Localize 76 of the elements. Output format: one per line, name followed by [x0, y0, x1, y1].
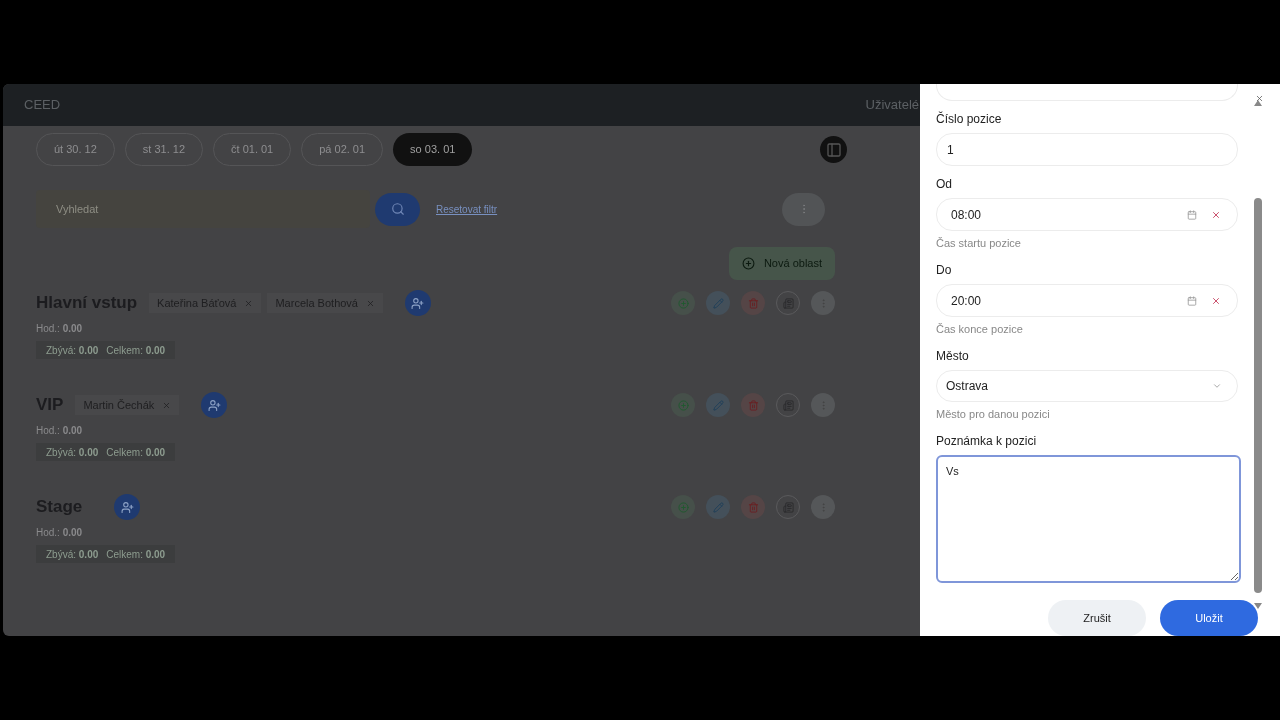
trash-icon — [747, 297, 759, 309]
city-select[interactable]: Ostrava — [936, 370, 1238, 402]
remaining-text: Zbývá: 0.00 — [46, 343, 99, 358]
add-person-icon — [120, 500, 134, 514]
help-text: Město pro danou pozici — [936, 407, 1051, 422]
pencil-icon — [712, 501, 724, 513]
help-text: Čas konce pozice — [936, 322, 1024, 337]
clear-icon[interactable] — [1211, 209, 1221, 220]
day-tab[interactable]: so 03. 01 — [393, 133, 473, 166]
total-text: Celkem: 0.00 — [106, 343, 166, 358]
panel-icon — [825, 141, 842, 158]
add-icon — [677, 399, 689, 411]
remaining-text: Zbývá: 0.00 — [46, 547, 99, 562]
pencil-button[interactable] — [706, 495, 730, 519]
add-person-button[interactable] — [405, 290, 431, 316]
trash-button[interactable] — [741, 291, 765, 315]
panel-toggle-button[interactable] — [820, 136, 847, 163]
button-label: Nová oblast — [763, 256, 822, 272]
scroll-up-icon[interactable] — [1254, 100, 1262, 106]
total-text: Celkem: 0.00 — [106, 445, 166, 460]
add-person-button[interactable] — [114, 494, 141, 520]
add-button[interactable] — [671, 495, 695, 519]
save-button[interactable]: Uložit — [1160, 600, 1258, 636]
total-text: Celkem: 0.00 — [106, 547, 166, 562]
scrollbar-thumb[interactable] — [1254, 198, 1262, 593]
field-label: Město — [936, 348, 970, 365]
trash-button[interactable] — [741, 495, 765, 519]
time-field[interactable]: 20:00 — [936, 284, 1238, 317]
add-person-icon — [207, 398, 221, 412]
hours-text: Hod.: 0.00 — [36, 526, 84, 540]
hours-text: Hod.: 0.00 — [36, 322, 84, 336]
clear-icon[interactable] — [1211, 295, 1221, 306]
chevron-icon — [1212, 381, 1222, 391]
add-person-icon — [411, 296, 425, 310]
field-label: Do — [936, 262, 953, 279]
pencil-icon — [712, 297, 724, 309]
add-button[interactable] — [671, 393, 695, 417]
pencil-button[interactable] — [706, 291, 730, 315]
cancel-button[interactable]: Zrušit — [1048, 600, 1146, 636]
brand-logo[interactable]: CEED — [24, 95, 61, 115]
new-area-button[interactable]: Nová oblast — [728, 247, 835, 280]
document-icon — [782, 399, 794, 411]
document-icon — [782, 297, 794, 309]
calendar-icon[interactable] — [1187, 295, 1197, 306]
nav-link[interactable]: Uživatelé — [865, 95, 919, 115]
add-icon — [677, 501, 689, 513]
field-label: Od — [936, 176, 953, 193]
remove-icon[interactable] — [162, 400, 172, 410]
remove-icon[interactable] — [244, 298, 254, 308]
search-field[interactable]: Vyhledat — [36, 190, 370, 228]
number-field[interactable]: 1 — [936, 133, 1238, 166]
reset-link[interactable]: Resetovat filtr — [436, 201, 498, 217]
close-icon[interactable] — [1255, 94, 1264, 103]
document-icon — [782, 501, 794, 513]
pencil-icon — [712, 399, 724, 411]
hours-text: Hod.: 0.00 — [36, 424, 84, 438]
pencil-button[interactable] — [706, 393, 730, 417]
note-field[interactable]: Vs — [936, 455, 1241, 583]
trash-button[interactable] — [741, 393, 765, 417]
trash-icon — [747, 501, 759, 513]
help-text: Čas startu pozice — [936, 236, 1022, 251]
remaining-text: Zbývá: 0.00 — [46, 445, 99, 460]
add-person-button[interactable] — [201, 392, 228, 418]
field-label: Číslo pozice — [936, 110, 1003, 128]
add-button[interactable] — [671, 291, 695, 315]
scroll-down-icon[interactable] — [1254, 603, 1262, 609]
add-icon — [741, 257, 755, 270]
search-icon — [390, 202, 405, 216]
field-label: Poznámka k pozici — [936, 433, 1038, 450]
search-button[interactable] — [375, 192, 420, 226]
remove-icon[interactable] — [366, 298, 375, 308]
time-field[interactable]: 08:00 — [936, 198, 1238, 231]
add-icon — [677, 297, 689, 309]
calendar-icon[interactable] — [1187, 209, 1197, 220]
trash-icon — [747, 399, 759, 411]
more-button[interactable] — [782, 192, 825, 226]
